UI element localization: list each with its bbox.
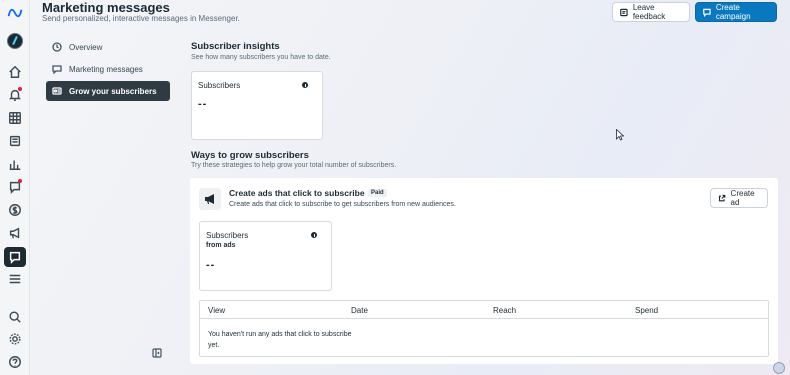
chat-bubble-icon (703, 8, 711, 17)
notification-dot (18, 87, 22, 91)
insights-chart-icon[interactable] (7, 156, 23, 172)
grid-icon[interactable] (7, 110, 23, 126)
marketing-messages-icon[interactable] (4, 247, 26, 267)
home-icon[interactable] (7, 64, 23, 80)
table-header-divider (200, 318, 768, 319)
subscribers-card-label: Subscribers (198, 81, 241, 90)
create-ad-label: Create ad (730, 189, 755, 207)
ads-table: View Date Reach Spend You haven't run an… (199, 300, 769, 357)
ways-to-grow-heading: Ways to grow subscribers (191, 150, 309, 161)
nav-item-label: Grow your subscribers (69, 86, 157, 96)
support-chat-icon[interactable] (773, 362, 785, 374)
column-header-view[interactable]: View (208, 306, 225, 315)
table-empty-message: You haven't run any ads that click to su… (208, 331, 352, 349)
search-icon[interactable] (7, 309, 23, 325)
subscribers-from-ads-label: Subscribers (206, 231, 249, 240)
page-title: Marketing messages (42, 0, 170, 15)
create-campaign-button[interactable]: Create campaign (695, 2, 777, 22)
megaphone-icon[interactable] (7, 225, 23, 241)
pages-icon[interactable] (7, 133, 23, 149)
chat-icon[interactable] (7, 179, 23, 195)
dollar-icon[interactable] (7, 202, 23, 218)
column-header-reach[interactable]: Reach (493, 306, 516, 315)
paid-badge: Paid (368, 189, 387, 197)
leave-feedback-label: Leave feedback (632, 3, 666, 21)
create-campaign-label: Create campaign (715, 3, 751, 21)
subscribers-from-ads-card: Subscribers from ads -- (199, 221, 332, 291)
ad-strategy-title: Create ads that click to subscribe (229, 188, 365, 198)
column-header-date[interactable]: Date (351, 306, 368, 315)
gear-icon[interactable] (7, 331, 23, 347)
subscriber-insights-heading: Subscriber insights (191, 41, 280, 52)
info-icon[interactable] (302, 82, 308, 88)
collapse-sidebar-icon[interactable] (152, 345, 162, 358)
nav-item-overview[interactable]: Overview (46, 37, 170, 57)
id-card-icon (52, 87, 62, 95)
mouse-cursor-icon (616, 129, 624, 141)
notification-dot (18, 179, 22, 183)
nav-item-marketing-messages[interactable]: Marketing messages (46, 59, 170, 79)
clock-icon (52, 42, 62, 52)
ad-strategy-description: Create ads that click to subscribe to ge… (229, 201, 456, 208)
external-link-icon (718, 194, 726, 201)
meta-logo-icon[interactable] (7, 5, 23, 21)
column-header-spend[interactable]: Spend (635, 306, 658, 315)
subscribers-card: Subscribers -- (191, 71, 323, 140)
help-icon[interactable] (7, 354, 23, 370)
global-nav-rail (0, 0, 30, 375)
leave-feedback-button[interactable]: Leave feedback (612, 2, 690, 22)
ways-to-grow-subtitle: Try these strategies to help grow your t… (191, 162, 397, 169)
page-subtitle: Send personalized, interactive messages … (42, 14, 240, 23)
subscribers-card-value: -- (198, 98, 208, 110)
nav-item-label: Marketing messages (69, 64, 143, 74)
feedback-icon (620, 8, 628, 16)
info-icon[interactable] (311, 232, 317, 238)
create-ad-button[interactable]: Create ad (710, 188, 768, 208)
menu-icon[interactable] (7, 271, 23, 287)
megaphone-icon (199, 188, 221, 210)
account-avatar[interactable] (7, 33, 23, 49)
speech-bubble-icon (52, 65, 62, 74)
subscriber-insights-subtitle: See how many subscribers you have to dat… (191, 54, 331, 61)
nav-item-grow-your-subscribers[interactable]: Grow your subscribers (46, 81, 170, 101)
bell-icon[interactable] (7, 87, 23, 103)
subscribers-from-ads-sublabel: from ads (206, 242, 236, 249)
nav-item-label: Overview (69, 42, 103, 52)
subscribers-from-ads-value: -- (206, 259, 216, 271)
